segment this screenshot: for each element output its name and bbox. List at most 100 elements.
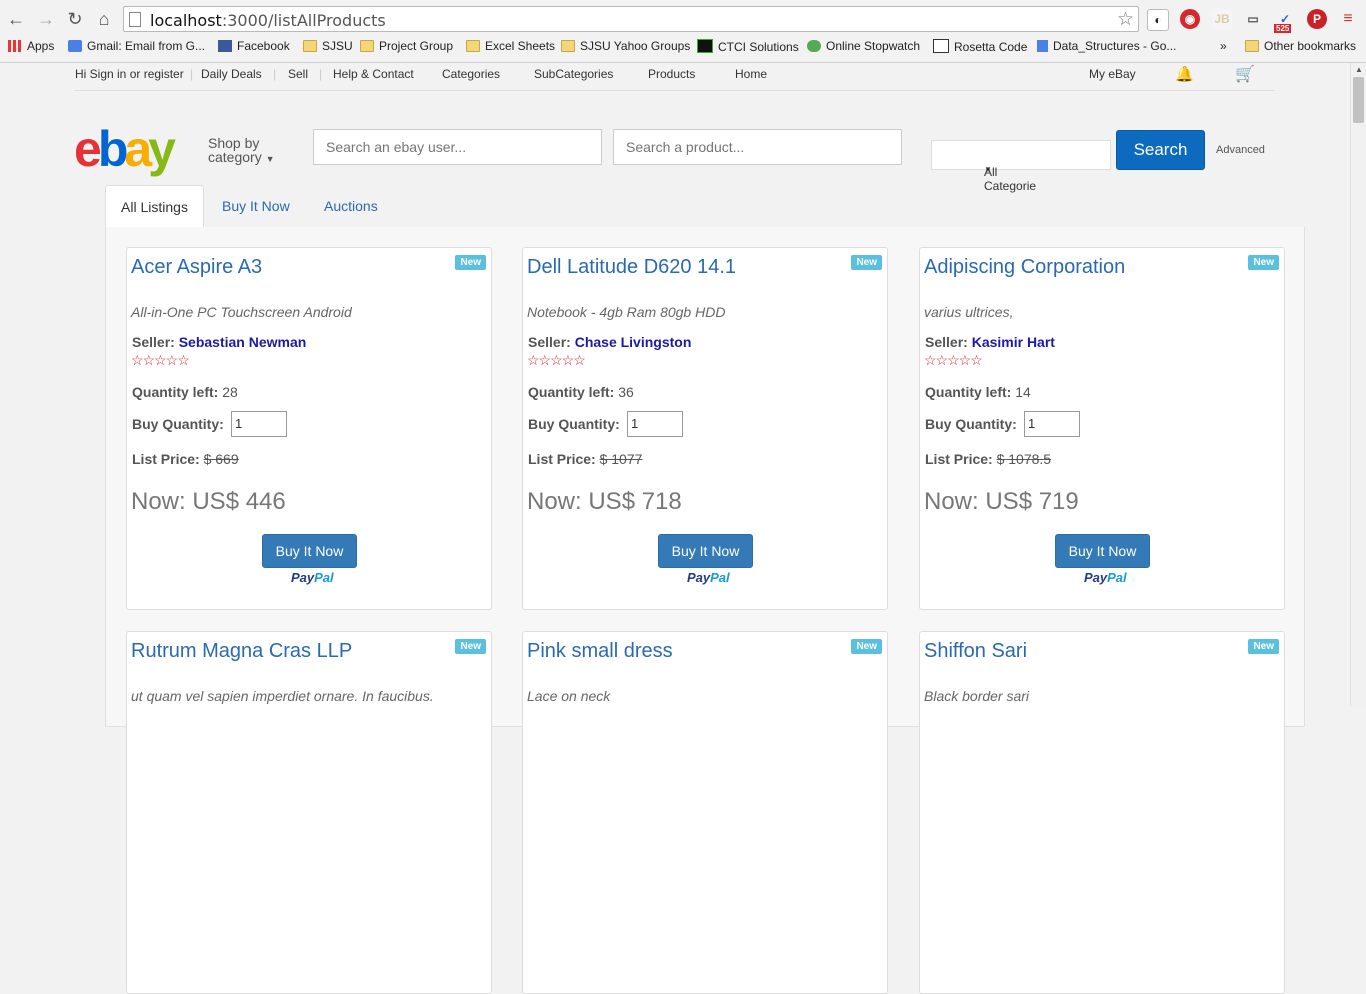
bookmark-excel-sheets[interactable]: Excel Sheets: [466, 39, 555, 53]
page-icon: [129, 12, 141, 27]
bookmark-apps[interactable]: Apps: [8, 39, 54, 53]
product-title[interactable]: Adipiscing Corporation: [924, 256, 1125, 279]
bookmark-project-group[interactable]: Project Group: [360, 39, 453, 53]
my-ebay-link[interactable]: My eBay: [1089, 67, 1136, 81]
buy-quantity-label: Buy Quantity:: [528, 416, 620, 432]
bookmark-rosetta[interactable]: Rosetta Code: [933, 39, 1027, 54]
product-description: ut quam vel sapien imperdiet ornare. In …: [131, 688, 434, 704]
buy-quantity-label: Buy Quantity:: [925, 416, 1017, 432]
bookmark-other[interactable]: Other bookmarks: [1245, 39, 1356, 53]
adblock-extension-icon[interactable]: ◉: [1180, 9, 1200, 29]
user-search-input[interactable]: [313, 129, 602, 165]
product-card: Acer Aspire A3 New All-in-One PC Touchsc…: [126, 247, 492, 610]
paypal-pay: Pay: [291, 570, 315, 585]
list-price-label: List Price:: [528, 451, 596, 467]
bell-icon[interactable]: 🔔: [1175, 65, 1194, 83]
sell-link[interactable]: Sell: [288, 67, 308, 81]
bookmark-label: SJSU Yahoo Groups: [580, 39, 691, 53]
new-badge: New: [455, 639, 486, 654]
subcategories-link[interactable]: SubCategories: [534, 67, 613, 81]
product-title[interactable]: Pink small dress: [527, 640, 673, 663]
signin-link[interactable]: Hi Sign in or register: [75, 67, 184, 81]
product-description: Black border sari: [924, 688, 1030, 704]
menu-icon[interactable]: ≡: [1338, 9, 1358, 29]
quantity-left-value: 28: [222, 384, 238, 400]
caret-down-icon: ▼: [265, 154, 275, 164]
cart-icon[interactable]: 🛒: [1235, 64, 1255, 84]
reload-icon[interactable]: ↻: [65, 9, 85, 30]
product-description: All-in-One PC Touchscreen Android: [131, 304, 352, 320]
page-scrollbar[interactable]: ▲: [1350, 63, 1366, 706]
help-contact-link[interactable]: Help & Contact: [333, 67, 414, 81]
new-badge: New: [455, 255, 486, 270]
product-title[interactable]: Rutrum Magna Cras LLP: [131, 640, 352, 663]
advanced-search-link[interactable]: Advanced: [1216, 144, 1265, 156]
buy-it-now-button[interactable]: Buy It Now: [262, 534, 357, 568]
bookmark-gmail[interactable]: Gmail: Email from G...: [68, 39, 205, 53]
shop-by-category[interactable]: Shop by category ▼: [208, 136, 275, 166]
now-price: Now: US$ 719: [924, 488, 1079, 515]
bookmark-data-structures[interactable]: Data_Structures - Go...: [1037, 39, 1176, 53]
buy-it-now-button[interactable]: Buy It Now: [658, 534, 753, 568]
scrollbar-thumb[interactable]: [1353, 77, 1364, 123]
category-select[interactable]: All Categorie ▼: [931, 140, 1111, 193]
bookmarks-overflow[interactable]: »: [1220, 39, 1227, 53]
back-icon[interactable]: ←: [6, 9, 26, 30]
product-title[interactable]: Acer Aspire A3: [131, 256, 262, 279]
home-icon[interactable]: ⌂: [94, 9, 114, 30]
seller-name[interactable]: Kasimir Hart: [972, 334, 1055, 350]
list-price-row: List Price: $ 1078.5: [925, 451, 1051, 467]
overflow-chevron-icon: »: [1220, 39, 1227, 53]
bookmark-sjsu-yahoo[interactable]: SJSU Yahoo Groups: [561, 39, 690, 53]
incognito-extension-icon[interactable]: ◐: [1147, 9, 1169, 31]
folder-icon: [1245, 40, 1259, 52]
folder-icon: [466, 40, 480, 52]
products-link[interactable]: Products: [648, 67, 695, 81]
bookmark-sjsu[interactable]: SJSU: [303, 39, 353, 53]
buy-quantity-input[interactable]: 1: [231, 411, 287, 437]
google-icon: [68, 40, 82, 52]
forward-icon[interactable]: →: [36, 9, 56, 30]
cast-icon[interactable]: ▭: [1243, 9, 1263, 29]
product-card: Shiffon Sari New Black border sari: [919, 631, 1285, 994]
daily-deals-link[interactable]: Daily Deals: [201, 67, 262, 81]
buy-it-now-button[interactable]: Buy It Now: [1055, 534, 1150, 568]
bookmark-star-icon[interactable]: ☆: [1117, 8, 1134, 31]
buy-quantity-input[interactable]: 1: [1024, 411, 1080, 437]
address-bar[interactable]: localhost:3000/listAllProducts ☆: [123, 6, 1139, 32]
product-search-input[interactable]: [613, 129, 902, 165]
category-label: category: [208, 149, 262, 165]
jb-extension-icon[interactable]: JB: [1212, 9, 1232, 29]
seller-name[interactable]: Chase Livingston: [575, 334, 692, 350]
paypal-logo: PayPal: [687, 570, 730, 585]
buy-quantity-label: Buy Quantity:: [132, 416, 224, 432]
product-title[interactable]: Dell Latitude D620 14.1: [527, 256, 736, 279]
categories-link[interactable]: Categories: [442, 67, 500, 81]
search-button[interactable]: Search: [1116, 130, 1205, 170]
paypal-pal: Pal: [314, 570, 334, 585]
new-badge: New: [851, 639, 882, 654]
ebay-logo[interactable]: ebay: [74, 124, 176, 174]
buy-quantity-input[interactable]: 1: [627, 411, 683, 437]
listings-panel: Acer Aspire A3 New All-in-One PC Touchsc…: [105, 227, 1305, 994]
new-badge: New: [1248, 255, 1279, 270]
bookmark-label: Online Stopwatch: [826, 39, 921, 53]
bookmark-ctci[interactable]: CTCI Solutions: [697, 39, 799, 54]
paypal-pal: Pal: [710, 570, 730, 585]
pinterest-icon[interactable]: P: [1307, 9, 1327, 29]
url-host: localhost: [150, 11, 222, 30]
bookmark-facebook[interactable]: Facebook: [218, 39, 290, 53]
tab-buy-it-now[interactable]: Buy It Now: [222, 185, 290, 227]
tab-all-listings[interactable]: All Listings: [105, 185, 204, 228]
bookmark-stopwatch[interactable]: Online Stopwatch: [807, 39, 920, 53]
home-link[interactable]: Home: [735, 67, 767, 81]
list-price-label: List Price:: [925, 451, 993, 467]
folder-icon: [303, 40, 317, 52]
quantity-left-label: Quantity left:: [925, 384, 1012, 400]
seller-name[interactable]: Sebastian Newman: [179, 334, 307, 350]
tab-auctions[interactable]: Auctions: [324, 185, 378, 227]
seller-row: Seller: Sebastian Newman: [132, 334, 306, 350]
product-title[interactable]: Shiffon Sari: [924, 640, 1027, 663]
quantity-left-label: Quantity left:: [132, 384, 219, 400]
scroll-up-icon[interactable]: ▲: [1355, 65, 1363, 74]
